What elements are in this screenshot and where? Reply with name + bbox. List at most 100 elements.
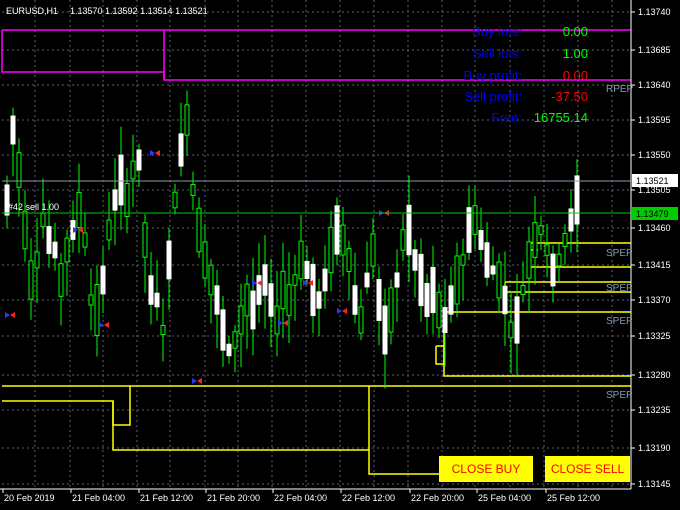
yellow-level: [112, 401, 440, 475]
trade-arrow-icon: [337, 308, 342, 314]
candle-body: [52, 241, 58, 259]
candle-body: [208, 264, 214, 296]
info-value: 0.00: [563, 68, 588, 83]
candle-body: [250, 290, 256, 330]
candle-body: [304, 260, 310, 280]
price-tick-label: 1.13640: [638, 80, 671, 90]
candle-body: [202, 241, 208, 279]
candle-body: [466, 207, 472, 253]
candle-body: [46, 226, 52, 254]
candle-body: [82, 232, 88, 248]
trade-arrow-icon: [342, 308, 347, 314]
time-tick-label: 21 Feb 04:00: [72, 493, 125, 503]
candle-body: [520, 285, 526, 295]
time-tick-label: 22 Feb 04:00: [274, 493, 327, 503]
info-value: -37.50: [551, 89, 588, 104]
price-tick-label: 1.13190: [638, 443, 671, 453]
info-label: Sell lots:: [473, 46, 522, 61]
candle-body: [232, 331, 238, 349]
candle-body: [226, 343, 232, 357]
candle-body: [544, 244, 550, 256]
candle-body: [574, 175, 580, 225]
candle-body: [358, 306, 364, 334]
candle-body: [532, 222, 538, 258]
candle-body: [214, 285, 220, 315]
trade-arrow-icon: [283, 320, 288, 326]
candle-body: [88, 294, 94, 306]
ohlc-label: 1.13570 1.13592 1.13514 1.13521: [70, 6, 208, 16]
info-label: Buy lots:: [472, 24, 522, 39]
candle-body: [508, 321, 514, 339]
current-price-text: 1.13521: [636, 176, 669, 186]
yellow-level: [435, 345, 445, 365]
candle-body: [112, 189, 118, 211]
candle-body: [484, 242, 490, 278]
candle-body: [568, 208, 574, 232]
candle-body: [316, 291, 322, 309]
time-axis: 20 Feb 2019 21 Feb 04:00 21 Feb 12:00 21 Fe…: [2, 489, 600, 503]
price-tick-label: 1.13145: [638, 479, 671, 489]
candle-body: [148, 275, 154, 305]
candle-body: [256, 275, 262, 305]
candle-body: [538, 225, 544, 235]
candle-body: [400, 229, 406, 251]
candle-body: [178, 133, 184, 167]
candle-body: [166, 240, 172, 280]
candle-body: [352, 285, 358, 315]
info-label: Buy profit:: [463, 68, 522, 83]
candle-body: [550, 253, 556, 287]
candle-body: [340, 224, 346, 256]
level-label: SPEP: [606, 248, 633, 259]
candle-body: [136, 149, 142, 171]
candle-body: [556, 253, 562, 267]
time-tick-label: 25 Feb 04:00: [478, 493, 531, 503]
symbol-label: EURUSD,H1: [6, 6, 58, 16]
candle-body: [58, 263, 64, 297]
candle-body: [220, 309, 226, 351]
candle-body: [142, 222, 148, 258]
candle-body: [310, 263, 316, 317]
candle-body: [454, 255, 460, 305]
candle-body: [346, 248, 352, 272]
candle-body: [394, 272, 400, 288]
candle-body: [490, 265, 496, 275]
trade-arrow-icon: [99, 322, 104, 328]
price-tick-label: 1.13685: [638, 45, 671, 55]
candle-body: [496, 261, 502, 299]
candle-body: [448, 285, 454, 315]
candle-body: [76, 191, 82, 229]
close-sell-button[interactable]: CLOSE SELL: [545, 456, 630, 482]
price-tick-label: 1.13325: [638, 331, 671, 341]
time-tick-label: 21 Feb 12:00: [140, 493, 193, 503]
candle-body: [280, 270, 286, 310]
candle-body: [268, 283, 274, 317]
candle-body: [154, 292, 160, 308]
candle-body: [478, 230, 484, 250]
candle-body: [424, 282, 430, 318]
candle-body: [106, 219, 112, 241]
trade-arrow-icon: [10, 312, 15, 318]
price-chart[interactable]: #42 sell 1.00 1.13740 1.13685 1.13640 1.135…: [0, 0, 680, 510]
time-tick-label: 21 Feb 20:00: [207, 493, 260, 503]
candle-body: [124, 183, 130, 217]
level-label: SPEP: [606, 283, 633, 294]
level-label: SPEP: [606, 316, 633, 327]
candle-body: [22, 210, 28, 250]
trade-arrow-icon: [104, 322, 109, 328]
candle-body: [430, 266, 436, 314]
price-axis: 1.13740 1.13685 1.13640 1.13595 1.13550 1.135…: [631, 7, 671, 489]
close-buy-button[interactable]: CLOSE BUY: [439, 456, 533, 482]
time-tick-label: 20 Feb 2019: [4, 493, 55, 503]
level-label: SPEP: [606, 390, 633, 401]
price-tick-label: 1.13280: [638, 370, 671, 380]
time-tick-label: 22 Feb 12:00: [342, 493, 395, 503]
candle-body: [64, 237, 70, 263]
candle-body: [196, 207, 202, 253]
candle-body: [40, 212, 46, 228]
price-tick-label: 1.13550: [638, 150, 671, 160]
candle-body: [274, 305, 280, 335]
trade-arrow-icon: [197, 378, 202, 384]
trade-arrow-icon: [192, 378, 197, 384]
price-tick-label: 1.13595: [638, 115, 671, 125]
candle-body: [160, 324, 166, 336]
